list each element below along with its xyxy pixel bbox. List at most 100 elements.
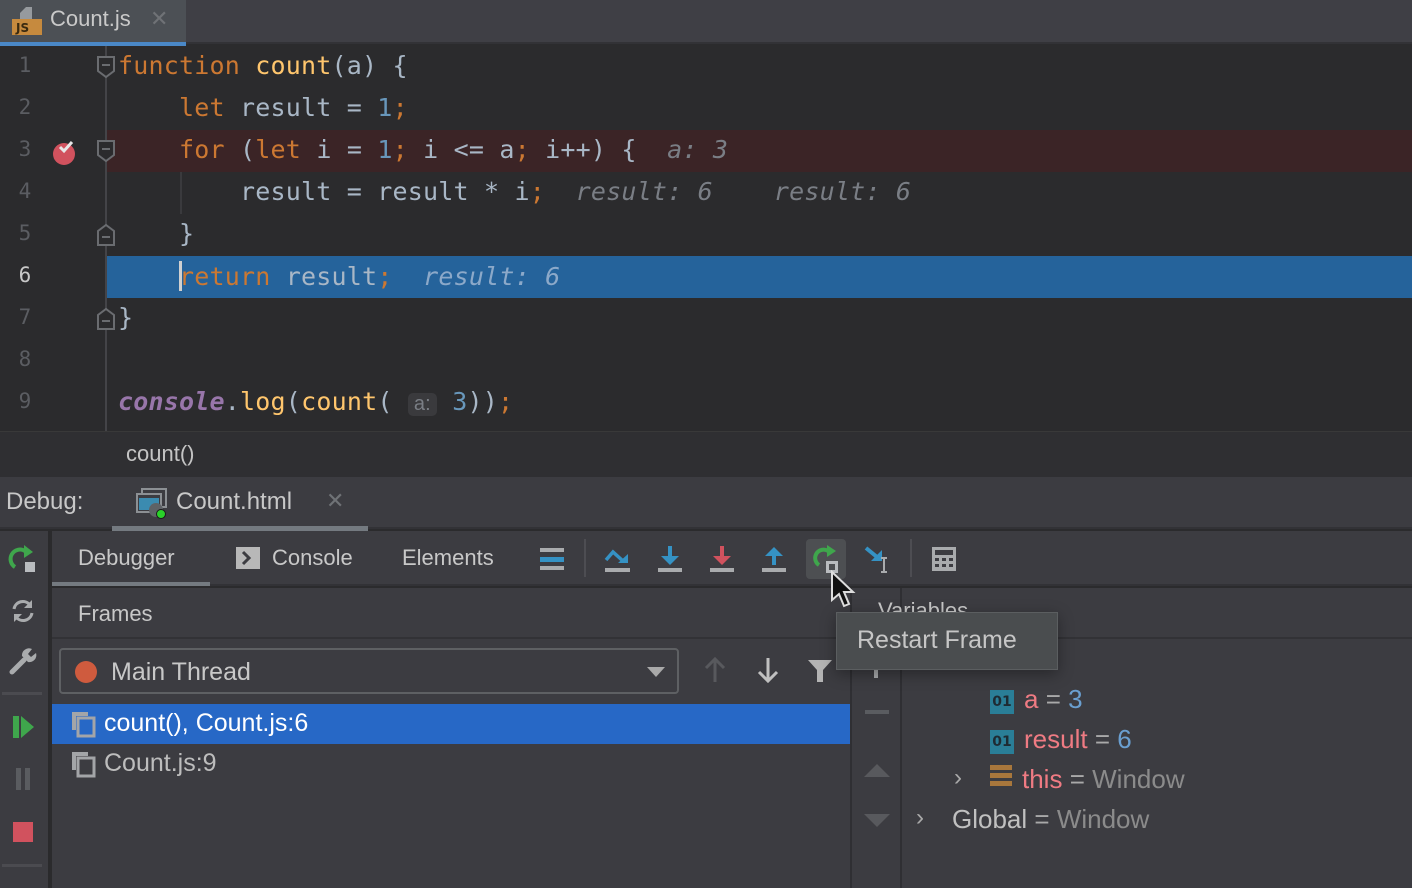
code-token: ( [377, 387, 408, 416]
code-token: ( [285, 387, 302, 416]
fold-end-icon[interactable] [96, 223, 116, 247]
code-line[interactable]: 7} [0, 298, 1412, 340]
code-text: console.log(count( a: 3)); [118, 387, 513, 416]
variable-value: Window [1092, 764, 1185, 794]
browser-debug-icon [136, 488, 167, 519]
tooltip: Restart Frame [836, 612, 1058, 670]
code-token: result [285, 262, 378, 291]
resume-button[interactable] [5, 709, 41, 745]
editor-tab-count-js[interactable]: JS Count.js ✕ [0, 0, 186, 46]
code-token: let [179, 93, 241, 122]
stop-button[interactable] [5, 814, 41, 850]
close-tab-icon[interactable]: ✕ [150, 6, 168, 32]
primitive-variable-icon: 01 [990, 730, 1014, 754]
previous-frame-button[interactable] [697, 652, 733, 688]
frames-titlebar: Frames [52, 588, 850, 639]
frames-panel: Frames Main Thread count(), Count.js:6 Co… [52, 588, 850, 888]
variable-row[interactable]: 01 a = 3 [990, 684, 1083, 724]
variable-row[interactable]: 01 result = 6 [990, 724, 1132, 764]
fold-collapse-icon[interactable] [96, 139, 116, 163]
code-token: i++) { [545, 135, 637, 164]
show-execution-point-button[interactable] [532, 539, 572, 579]
code-editor[interactable]: 1 function count(a) {2 let result = 1; 3 f… [0, 46, 1412, 431]
settings-wrench-icon [9, 648, 37, 675]
code-token: )) [467, 387, 498, 416]
fold-end-icon[interactable] [96, 307, 116, 331]
breakpoint-icon[interactable] [50, 138, 80, 166]
equals-sign: = [1045, 684, 1061, 714]
move-down-icon[interactable] [864, 814, 890, 828]
step-over-icon [604, 549, 630, 572]
code-token: count [255, 51, 332, 80]
evaluate-expression-button[interactable] [924, 539, 964, 579]
close-session-icon[interactable]: ✕ [326, 488, 344, 514]
force-step-into-button[interactable] [702, 539, 742, 579]
current-execution-line[interactable]: 6 return result; result: 6 [0, 256, 1412, 298]
debugger-tabs-toolbar: Debugger Console Elements [52, 531, 1412, 586]
refresh-button[interactable] [5, 593, 41, 629]
code-text: for (let i = 1; i <= a; i++) { a: 3 [118, 135, 728, 164]
code-line[interactable]: 1 function count(a) { [0, 46, 1412, 88]
tab-console[interactable]: Console [272, 545, 353, 571]
chevron-right-icon[interactable]: › [916, 804, 924, 832]
step-into-button[interactable] [650, 539, 690, 579]
debug-session-tab[interactable]: Count.html ✕ [112, 477, 368, 531]
code-text: let result = 1; [118, 93, 408, 122]
thread-status-icon [75, 661, 97, 683]
code-token: . [224, 387, 241, 416]
pause-button[interactable] [5, 761, 41, 797]
rerun-button[interactable] [5, 541, 41, 577]
variable-value: 6 [1117, 724, 1132, 754]
line-number: 5 [18, 221, 32, 245]
variable-row[interactable]: › this = Window [954, 764, 1185, 804]
breakpoint-line[interactable]: 3 for (let i = 1; i <= a; i++) { a: 3 [0, 130, 1412, 172]
line-number: 1 [18, 53, 32, 77]
settings-button[interactable] [5, 643, 41, 679]
editor-tab-bar: JS Count.js ✕ [0, 0, 1412, 46]
frame-list-item[interactable]: count(), Count.js:6 [52, 704, 850, 744]
filter-frames-button[interactable] [802, 652, 838, 688]
code-token: return [179, 262, 286, 291]
code-token: 1 [377, 135, 393, 164]
code-text: result = result * i; result: 6 result: 6 [118, 177, 911, 206]
fold-collapse-icon[interactable] [96, 55, 116, 79]
code-line[interactable]: 4 result = result * i; result: 6 result:… [0, 172, 1412, 214]
thread-select[interactable]: Main Thread [59, 648, 679, 694]
breadcrumb-item[interactable]: count() [126, 441, 194, 467]
code-line[interactable]: 5 } [0, 214, 1412, 256]
frame-list-item[interactable]: Count.js:9 [52, 744, 850, 784]
step-out-button[interactable] [754, 539, 794, 579]
run-to-cursor-button[interactable] [858, 539, 898, 579]
line-number: 3 [18, 137, 32, 161]
equals-sign: = [1094, 724, 1110, 754]
evaluate-expression-icon [932, 547, 956, 571]
stop-icon [13, 822, 33, 842]
active-tab-indicator [52, 582, 210, 586]
code-line[interactable]: 2 let result = 1; [0, 88, 1412, 130]
force-step-into-icon [710, 546, 734, 572]
step-over-button[interactable] [598, 539, 638, 579]
code-token: console [118, 387, 225, 416]
code-line[interactable]: 9 console.log(count( a: 3)); [0, 382, 1412, 424]
chevron-right-icon[interactable]: › [954, 764, 962, 792]
parameter-hint: a: [407, 393, 437, 416]
tab-elements[interactable]: Elements [402, 545, 494, 571]
refresh-icon [12, 600, 34, 622]
frames-title: Frames [78, 601, 153, 626]
equals-sign: = [1069, 764, 1085, 794]
code-token: ; [377, 262, 393, 291]
remove-watch-icon[interactable] [865, 710, 889, 716]
next-frame-button[interactable] [750, 652, 786, 688]
line-number: 2 [18, 95, 32, 119]
thread-select-value: Main Thread [111, 658, 251, 686]
move-up-icon[interactable] [864, 764, 890, 778]
code-line[interactable]: 8 [0, 340, 1412, 382]
code-token: ; [497, 387, 514, 416]
tab-debugger[interactable]: Debugger [78, 545, 175, 571]
equals-sign: = [1034, 804, 1050, 834]
code-token: } [118, 303, 134, 332]
js-file-icon: JS [12, 7, 42, 35]
debug-label: Debug: [6, 488, 84, 515]
